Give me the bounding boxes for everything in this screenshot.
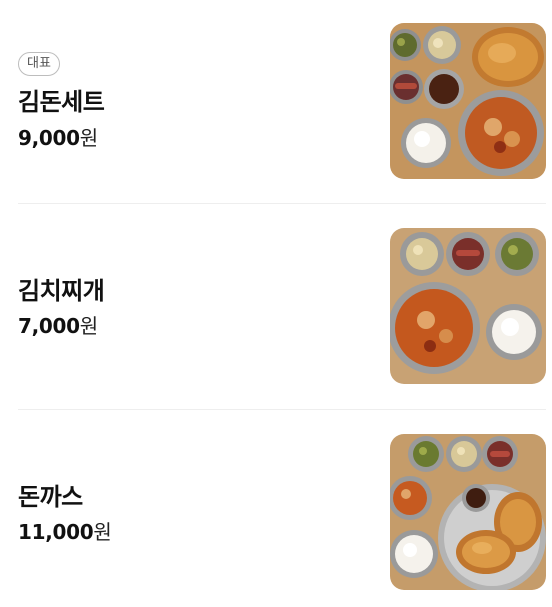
price-unit: 원 <box>79 314 98 338</box>
food-photo-icon <box>390 434 546 590</box>
menu-item-kimchi-jjigae[interactable]: 김치찌개 7,000원 <box>18 228 546 384</box>
menu-item-info: 돈까스 11,000원 <box>18 434 368 590</box>
food-photo-icon <box>390 228 546 384</box>
menu-item-info: 대표 김돈세트 9,000원 <box>18 23 368 179</box>
menu-item-info: 김치찌개 7,000원 <box>18 228 368 384</box>
food-photo-icon <box>390 23 546 179</box>
menu-item-donkatsu[interactable]: 돈까스 11,000원 <box>18 434 546 590</box>
menu-item-name: 돈까스 <box>18 483 83 511</box>
price-amount: 11,000 <box>18 520 94 544</box>
menu-item-name: 김치찌개 <box>18 277 105 305</box>
item-divider <box>18 409 546 410</box>
menu-item-price: 11,000원 <box>18 516 112 545</box>
menu-item-kimdon-set[interactable]: 대표 김돈세트 9,000원 <box>18 23 546 179</box>
price-amount: 9,000 <box>18 126 80 150</box>
menu-item-price: 9,000원 <box>18 122 98 151</box>
menu-item-photo[interactable] <box>390 434 546 590</box>
menu-item-price: 7,000원 <box>18 310 98 339</box>
item-divider <box>18 203 546 204</box>
menu-item-name: 김돈세트 <box>18 88 105 116</box>
price-amount: 7,000 <box>18 314 80 338</box>
price-unit: 원 <box>79 126 98 150</box>
menu-list: 대표 김돈세트 9,000원 김치찌개 7,000원 돈까스 11,000원 <box>0 0 552 607</box>
price-unit: 원 <box>93 520 112 544</box>
signature-badge: 대표 <box>18 52 60 76</box>
menu-item-photo[interactable] <box>390 23 546 179</box>
menu-item-photo[interactable] <box>390 228 546 384</box>
